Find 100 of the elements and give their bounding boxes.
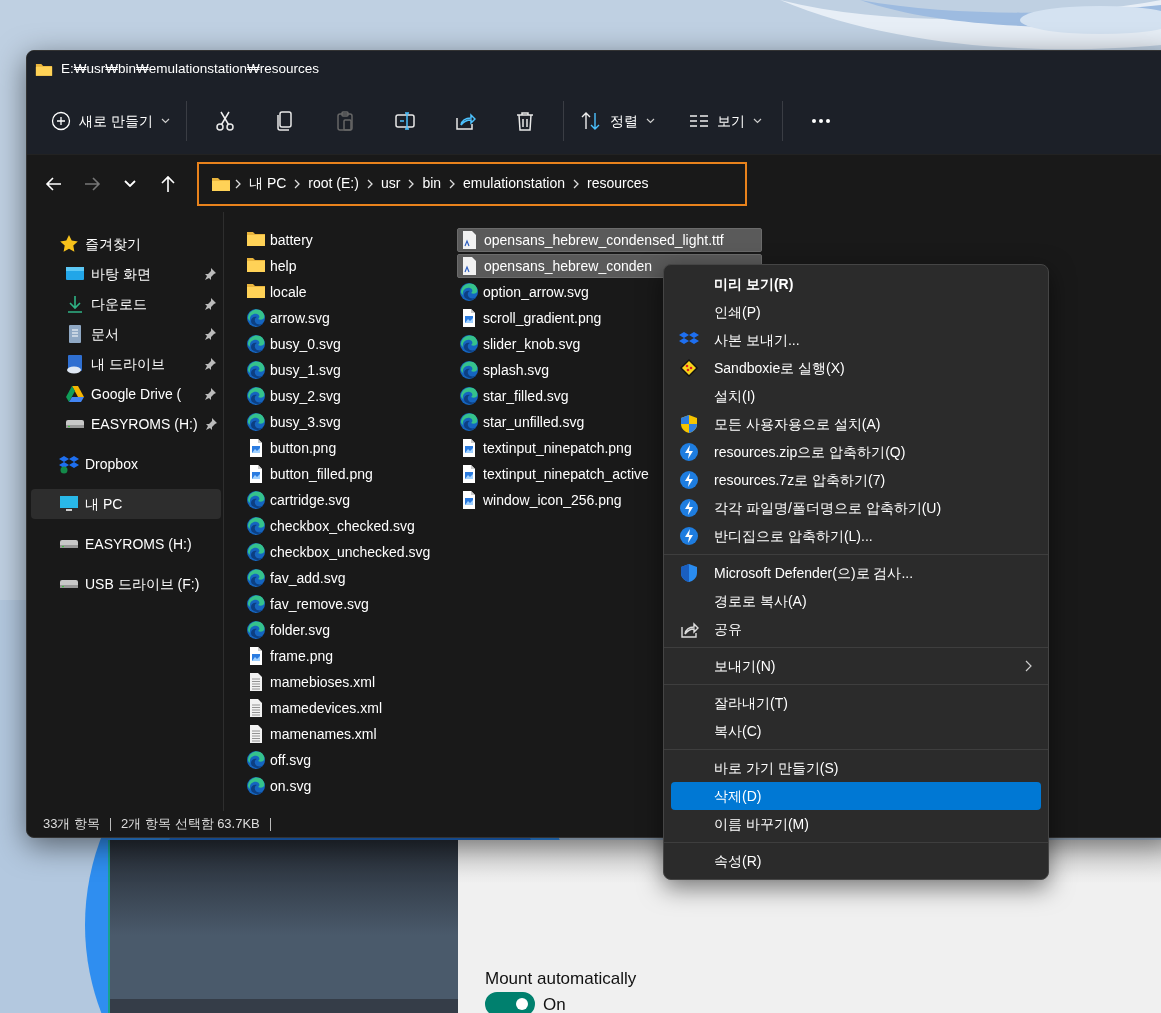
round-logo-icon [246, 386, 266, 406]
file-item[interactable]: cartridge.svg [244, 488, 457, 512]
chevron-down-icon [124, 180, 136, 187]
rename-icon [393, 110, 416, 132]
sidebar-item[interactable]: Google Drive ( [31, 379, 221, 409]
file-item[interactable]: mamebioses.xml [244, 670, 457, 694]
diamond-icon [679, 358, 699, 378]
new-button[interactable]: 새로 만들기 [43, 104, 178, 138]
folder-icon [35, 62, 53, 77]
round-logo-icon [459, 282, 479, 302]
file-item[interactable]: arrow.svg [244, 306, 457, 330]
toggle-switch[interactable] [485, 992, 535, 1013]
breadcrumb[interactable]: resources [583, 173, 653, 194]
file-item[interactable]: on.svg [244, 774, 457, 798]
lightning-icon [679, 470, 699, 490]
file-item[interactable]: fav_remove.svg [244, 592, 457, 616]
sidebar-item[interactable]: USB 드라이브 (F:) [31, 569, 221, 599]
menu-item[interactable]: 사본 보내기... [671, 326, 1041, 354]
file-item[interactable]: mamenames.xml [244, 722, 457, 746]
breadcrumb[interactable]: emulationstation [459, 173, 569, 194]
file-item[interactable]: busy_2.svg [244, 384, 457, 408]
sidebar-item[interactable]: EASYROMS (H:) [31, 409, 221, 439]
file-item[interactable]: checkbox_unchecked.svg [244, 540, 457, 564]
share-icon [453, 110, 476, 132]
file-item[interactable]: opensans_hebrew_condensed_light.ttf [457, 228, 762, 252]
breadcrumb[interactable]: usr [376, 173, 405, 194]
status-text: 2개 항목 선택함 63.7KB [121, 815, 260, 834]
round-logo-icon [459, 360, 479, 380]
shield-icon [679, 563, 699, 583]
caret-icon [160, 118, 170, 124]
menu-item[interactable]: 바로 가기 만들기(S) [671, 754, 1041, 782]
menu-item[interactable]: 보내기(N) [671, 652, 1041, 680]
round-logo-icon [246, 360, 266, 380]
sidebar-item[interactable]: 내 PC [31, 489, 221, 519]
scissors-icon [213, 110, 236, 132]
round-logo-icon [459, 412, 479, 432]
folder-icon [211, 175, 231, 192]
address-bar[interactable]: 내 PC root (E:) usr bin emulationstation resources [197, 161, 747, 206]
drive-icon [59, 539, 79, 549]
round-logo-icon [246, 594, 266, 614]
menu-item[interactable]: 경로로 복사(A) [671, 587, 1041, 615]
box-logo-icon [59, 454, 79, 474]
menu-item[interactable]: 이름 바꾸기(M) [671, 810, 1041, 838]
file-item[interactable]: busy_1.svg [244, 358, 457, 382]
shield-icon [679, 414, 699, 434]
sort-button[interactable]: 정렬 [571, 104, 663, 138]
sidebar-item[interactable]: 문서 [31, 319, 221, 349]
round-logo-icon [246, 490, 266, 510]
file-item[interactable]: frame.png [244, 644, 457, 668]
round-logo-icon [246, 334, 266, 354]
list-view-icon [688, 114, 709, 128]
view-button[interactable]: 보기 [680, 104, 770, 138]
sidebar-item[interactable]: 바탕 화면 [31, 259, 221, 289]
star-icon [59, 234, 79, 254]
sidebar-item[interactable]: Dropbox [31, 449, 221, 479]
menu-item[interactable]: 모든 사용자용으로 설치(A) [671, 410, 1041, 438]
sort-icon [579, 111, 602, 131]
sidebar-item[interactable]: 다운로드 [31, 289, 221, 319]
setting-label: Mount automatically [485, 968, 638, 990]
sidebar-item[interactable]: 즐겨찾기 [31, 229, 221, 259]
round-logo-icon [246, 516, 266, 536]
triangle-logo-icon [65, 384, 85, 404]
breadcrumb[interactable]: 내 PC [245, 173, 291, 194]
breadcrumb[interactable]: root (E:) [304, 173, 363, 194]
menu-item[interactable]: 잘라내기(T) [671, 689, 1041, 717]
sidebar-item[interactable]: EASYROMS (H:) [31, 529, 221, 559]
menu-item[interactable]: Sandboxie로 실행(X) [671, 354, 1041, 382]
menu-item[interactable]: resources.7z로 압축하기(7) [671, 466, 1041, 494]
file-item[interactable]: folder.svg [244, 618, 457, 642]
file-item[interactable]: busy_3.svg [244, 410, 457, 434]
file-item[interactable]: busy_0.svg [244, 332, 457, 356]
window-title: E:₩usr₩bin₩emulationstation₩resources [61, 60, 320, 79]
drive-icon [65, 419, 85, 429]
round-logo-icon [246, 308, 266, 328]
menu-item[interactable]: 공유 [671, 615, 1041, 643]
plus-icon [51, 111, 71, 131]
file-item[interactable]: fav_add.svg [244, 566, 457, 590]
menu-item[interactable]: 인쇄(P) [671, 298, 1041, 326]
menu-item[interactable]: 반디집으로 압축하기(L)... [671, 522, 1041, 550]
file-item[interactable]: button_filled.png [244, 462, 457, 486]
more-icon [810, 118, 831, 124]
file-item[interactable]: locale [244, 280, 457, 304]
menu-item[interactable]: 설치(I) [671, 382, 1041, 410]
menu-item[interactable]: 삭제(D) [671, 782, 1041, 810]
menu-item[interactable]: 복사(C) [671, 717, 1041, 745]
file-item[interactable]: battery [244, 228, 457, 252]
menu-item[interactable]: 속성(R) [671, 847, 1041, 875]
menu-item[interactable]: Microsoft Defender(으)로 검사... [671, 559, 1041, 587]
file-item[interactable]: off.svg [244, 748, 457, 772]
round-logo-icon [459, 334, 479, 354]
caret-icon [752, 118, 762, 124]
sidebar-item[interactable]: 내 드라이브 [31, 349, 221, 379]
file-item[interactable]: mamedevices.xml [244, 696, 457, 720]
round-logo-icon [459, 386, 479, 406]
menu-item[interactable]: 각각 파일명/폴더명으로 압축하기(U) [671, 494, 1041, 522]
file-item[interactable]: checkbox_checked.svg [244, 514, 457, 538]
menu-item[interactable]: resources.zip으로 압축하기(Q) [671, 438, 1041, 466]
file-item[interactable]: help [244, 254, 457, 278]
file-item[interactable]: button.png [244, 436, 457, 460]
breadcrumb[interactable]: bin [418, 173, 446, 194]
